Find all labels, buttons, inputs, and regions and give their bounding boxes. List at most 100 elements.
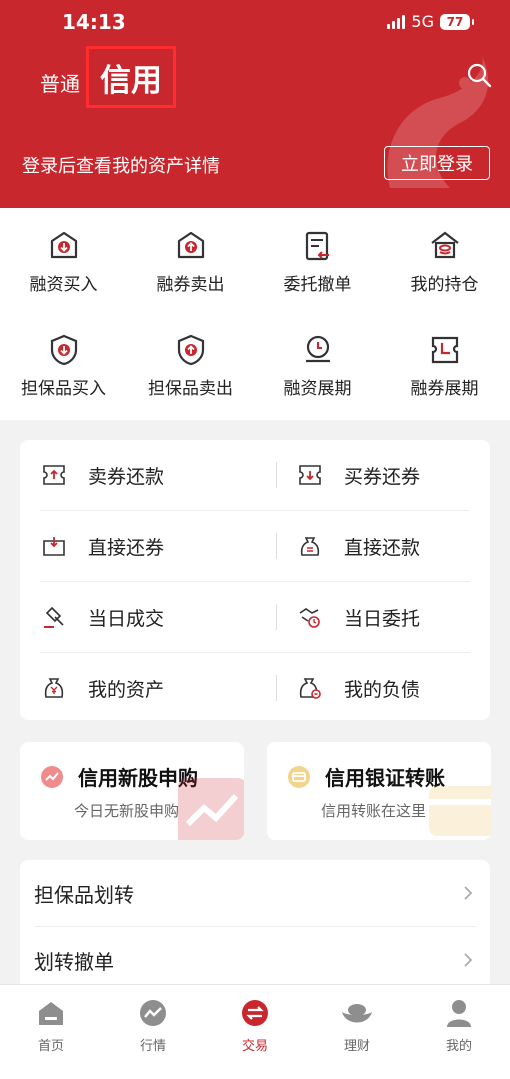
repayment-grid: 卖券还款 买券还券 直接还券 直接还款 当日成交 当日委托 我的资产 我的负债 <box>20 440 490 720</box>
ticket-down-icon <box>299 465 321 485</box>
quick-action-cancel-order[interactable]: 委托撤单 <box>254 228 381 295</box>
home-icon <box>39 1002 63 1025</box>
promo-watermark-icon <box>429 786 491 836</box>
quick-action-collateral-sell[interactable]: 担保品卖出 <box>127 332 254 399</box>
divider <box>276 462 277 488</box>
quick-action-label: 担保品卖出 <box>148 379 233 399</box>
money-bag-icon <box>300 537 320 556</box>
tab-label: 行情 <box>139 1039 166 1054</box>
trade-icon <box>242 1000 268 1026</box>
divider <box>276 675 277 701</box>
quick-action-label: 委托撤单 <box>283 275 352 295</box>
grid-item-my-debt[interactable]: 我的负债 <box>296 653 420 723</box>
quick-actions: 融资买入 融券卖出 委托撤单 我的持仓 担保品买入 担保品卖出 融资展期 融券展… <box>0 208 510 420</box>
tab-normal[interactable]: 普通 <box>40 68 80 97</box>
divider <box>276 533 277 559</box>
shield-in-icon <box>50 231 77 259</box>
home-stack-icon <box>430 231 459 259</box>
header: 14:13 5G 77 普通 信用 登录后查看我的资产详情 立即登录 <box>0 0 510 208</box>
tab-label: 首页 <box>37 1039 64 1054</box>
status-time: 14:13 <box>62 10 126 34</box>
grid-item-label: 我的资产 <box>88 678 165 701</box>
chevron-right-icon <box>464 886 473 900</box>
ipo-chart-icon <box>41 765 63 788</box>
transfer-list: 担保品划转 划转撤单 <box>20 860 490 990</box>
signal-icon <box>387 14 406 29</box>
grid-item-label: 当日委托 <box>344 607 421 630</box>
grid-item-label: 直接还券 <box>88 536 165 559</box>
gavel-icon <box>44 606 64 628</box>
tab-trade[interactable]: 交易 <box>204 997 306 1054</box>
grid-item-label: 卖券还款 <box>88 465 165 488</box>
network-label: 5G <box>411 12 434 31</box>
tab-market[interactable]: 行情 <box>102 997 204 1054</box>
list-item-label: 划转撤单 <box>34 949 114 974</box>
quick-action-label: 我的持仓 <box>410 275 479 295</box>
quick-action-label: 融券展期 <box>410 379 479 399</box>
grid-item-buy-return[interactable]: 买券还券 <box>296 440 420 510</box>
chart-icon <box>140 1000 166 1026</box>
quick-action-margin-buy[interactable]: 融资买入 <box>0 228 127 295</box>
promo-subtitle: 今日无新股申购 <box>74 802 180 820</box>
login-button[interactable]: 立即登录 <box>384 146 490 180</box>
bottom-tab-bar: 首页 行情 交易 理财 我的 <box>0 984 510 1079</box>
person-icon <box>447 1000 471 1027</box>
list-item-transfer-cancel[interactable]: 划转撤单 <box>34 927 474 990</box>
quick-action-label: 融资展期 <box>283 379 352 399</box>
promo-credit-ipo[interactable]: 信用新股申购 今日无新股申购 <box>20 742 244 840</box>
promo-subtitle: 信用转账在这里 <box>321 802 427 820</box>
tab-label: 我的 <box>445 1039 472 1054</box>
grid-row: 我的资产 我的负债 <box>40 653 470 723</box>
tab-wealth[interactable]: 理财 <box>306 997 408 1054</box>
quick-action-my-positions[interactable]: 我的持仓 <box>381 228 508 295</box>
doc-cancel-icon <box>305 231 329 261</box>
quick-action-label: 融资买入 <box>29 275 98 295</box>
tab-home[interactable]: 首页 <box>0 997 102 1054</box>
grid-row: 直接还券 直接还款 <box>40 511 470 581</box>
login-tip: 登录后查看我的资产详情 <box>22 156 220 177</box>
status-bar-right: 5G 77 <box>387 12 474 31</box>
quick-action-collateral-buy[interactable]: 担保品买入 <box>0 332 127 399</box>
chevron-right-icon <box>464 953 473 967</box>
shield-down-icon <box>50 334 77 366</box>
list-item-label: 担保品划转 <box>34 882 134 907</box>
ticket-up-icon <box>43 465 65 485</box>
grid-item-label: 我的负债 <box>344 678 421 701</box>
clock-hand-icon <box>305 335 330 363</box>
quick-action-label: 融券卖出 <box>156 275 225 295</box>
grid-item-label: 直接还款 <box>344 536 421 559</box>
quick-action-short-extend[interactable]: 融券展期 <box>381 332 508 399</box>
grid-item-label: 当日成交 <box>88 607 165 630</box>
house-out-icon <box>177 231 204 259</box>
grid-item-direct-repay[interactable]: 直接还款 <box>296 511 420 581</box>
grid-row: 当日成交 当日委托 <box>40 582 470 652</box>
debt-bag-icon <box>299 678 321 699</box>
grid-item-today-orders[interactable]: 当日委托 <box>296 582 420 652</box>
promo-watermark-icon <box>178 778 244 840</box>
ingot-icon <box>342 1004 372 1023</box>
grid-item-my-assets[interactable]: 我的资产 <box>40 653 164 723</box>
tab-mine[interactable]: 我的 <box>408 997 510 1054</box>
grid-row: 卖券还款 买券还券 <box>40 440 470 510</box>
handshake-icon <box>299 608 320 628</box>
tab-label: 交易 <box>241 1039 268 1054</box>
quick-action-label: 担保品买入 <box>21 379 106 399</box>
battery-level: 77 <box>446 14 464 29</box>
quick-action-margin-extend[interactable]: 融资展期 <box>254 332 381 399</box>
battery-icon: 77 <box>440 13 474 30</box>
tab-label: 理财 <box>343 1039 370 1054</box>
promo-credit-transfer[interactable]: 信用银证转账 信用转账在这里 <box>267 742 491 840</box>
bank-card-icon <box>288 765 310 788</box>
grid-item-sell-repay[interactable]: 卖券还款 <box>40 440 164 510</box>
search-icon[interactable] <box>466 62 494 90</box>
quick-action-short-sell[interactable]: 融券卖出 <box>127 228 254 295</box>
tab-credit[interactable]: 信用 <box>86 46 176 108</box>
grid-item-label: 买券还券 <box>344 465 421 488</box>
grid-item-direct-return[interactable]: 直接还券 <box>40 511 164 581</box>
divider <box>276 604 277 630</box>
list-item-collateral-transfer[interactable]: 担保品划转 <box>34 860 474 926</box>
return-ticket-icon <box>43 537 65 556</box>
shield-up-icon <box>177 334 204 366</box>
yen-bag-icon <box>44 678 64 698</box>
grid-item-today-deals[interactable]: 当日成交 <box>40 582 164 652</box>
